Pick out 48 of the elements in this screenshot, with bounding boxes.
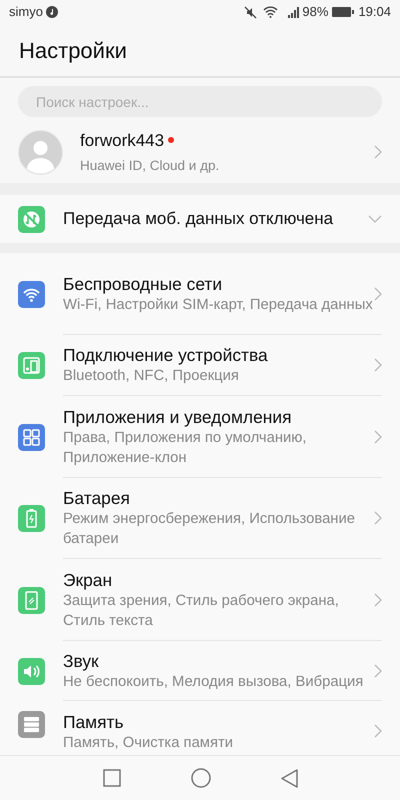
item-subtitle: Права, Приложения по умолчанию, Приложение-клон: [63, 428, 308, 468]
settings-item[interactable]: Беспроводные сети Wi-Fi, Настройки SIM-карт, Передача данных: [0, 253, 400, 335]
settings-item[interactable]: Подключение устройства Bluetooth, NFC, Проекция: [0, 335, 400, 396]
item-subtitle: Wi-Fi, Настройки SIM-карт, Передача данных: [63, 296, 374, 314]
item-title: Звук: [63, 650, 100, 672]
item-subtitle: Bluetooth, NFC, Проекция: [63, 367, 240, 386]
settings-item[interactable]: Память Память, Очистка памяти: [0, 701, 400, 755]
account-row[interactable]: forwork443 Huawei ID, Cloud и др.: [0, 121, 400, 183]
mobile-data-label: Передача моб. данных отключена: [63, 208, 334, 230]
item-subtitle: Память, Очистка памяти: [63, 734, 234, 753]
search-field[interactable]: Поиск настроек...: [18, 86, 382, 117]
item-subtitle: Не беспокоить, Мелодия вызова, Вибрация: [63, 672, 364, 692]
chevron-right-icon: [374, 511, 382, 525]
avatar-icon: [18, 130, 63, 174]
settings-item[interactable]: Батарея Режим энергосбережения, Использование батареи: [0, 478, 400, 559]
signal-icon: [288, 6, 300, 18]
item-title: Подключение устройства: [63, 344, 269, 366]
item-title: Беспроводные сети: [63, 272, 224, 294]
mute-icon: [244, 6, 258, 18]
chevron-right-icon: [374, 592, 382, 606]
settings-item[interactable]: Экран Защита зрения, Стиль рабочего экрана, Стиль текста: [0, 559, 400, 641]
settings-item[interactable]: Приложения и уведомления Права, Приложения по умолчанию, Приложение-клон: [0, 396, 400, 478]
wifi-icon: [263, 6, 278, 18]
chevron-right-icon: [374, 358, 382, 372]
account-name: forwork443: [80, 130, 164, 152]
item-subtitle: Защита зрения, Стиль рабочего экрана, Стиль текста: [63, 592, 340, 630]
item-title: Память: [63, 711, 125, 733]
mobile-data-off-icon: [18, 206, 45, 232]
page-title: Настройки: [19, 36, 127, 65]
recents-button[interactable]: [102, 769, 120, 787]
battery-percent: 98%: [302, 3, 328, 22]
carrier-name: simyo: [9, 3, 43, 22]
settings-item[interactable]: Звук Не беспокоить, Мелодия вызова, Вибрация: [0, 641, 400, 701]
back-button[interactable]: [280, 768, 298, 788]
home-button[interactable]: [190, 768, 210, 788]
battery-icon: [332, 7, 354, 17]
item-title: Батарея: [63, 487, 131, 509]
item-subtitle: Режим энергосбережения, Использование батареи: [63, 510, 356, 549]
chevron-right-icon: [374, 286, 382, 300]
item-title: Приложения и уведомления: [63, 406, 292, 428]
chevron-right-icon: [374, 145, 382, 159]
account-subtitle: Huawei ID, Cloud и др.: [80, 157, 220, 176]
music-icon: [46, 6, 58, 18]
clock: 19:04: [358, 3, 391, 22]
chevron-right-icon: [374, 430, 382, 444]
item-title: Экран: [63, 568, 114, 590]
chevron-right-icon: [374, 664, 382, 678]
chevron-right-icon: [374, 724, 382, 738]
